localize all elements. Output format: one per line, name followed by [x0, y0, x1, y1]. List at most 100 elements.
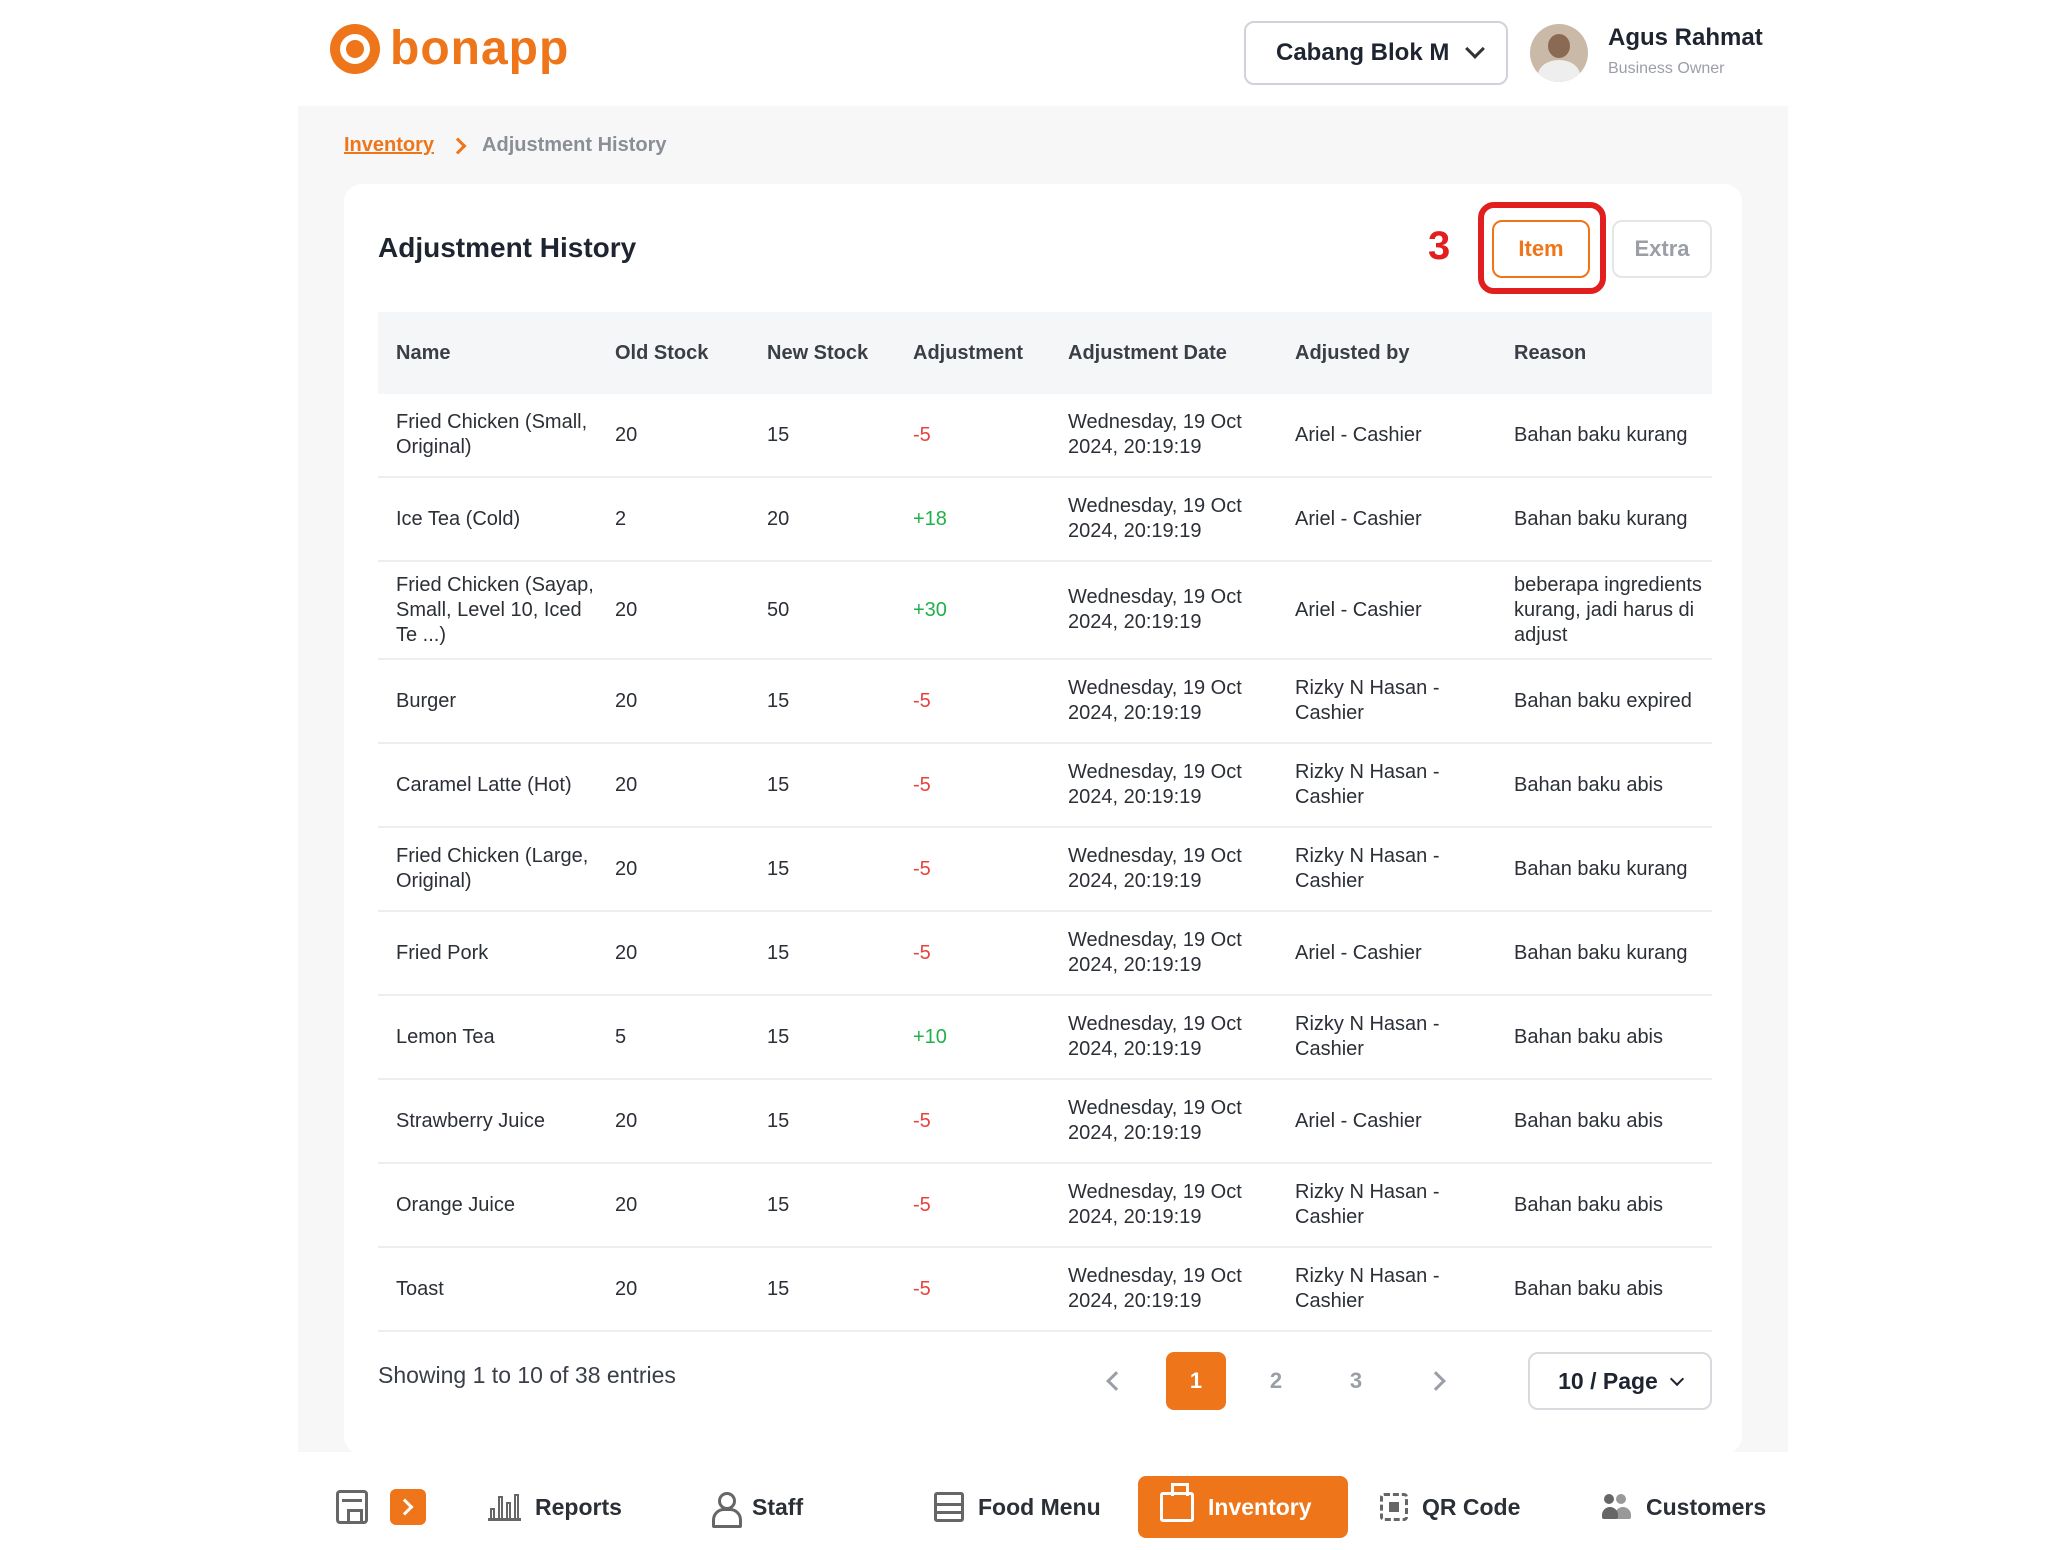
adjustment-history-card: Adjustment History 3 Item Extra Name Old…	[344, 184, 1742, 1454]
cell-adjustment: +18	[913, 507, 947, 530]
cell-name: Fried Chicken (Small, Original)	[396, 411, 588, 458]
column-header-adjustment: Adjustment	[913, 341, 1023, 364]
cell-adjustment-date: Wednesday, 19 Oct 2024, 20:19:19	[1068, 586, 1242, 633]
nav-expand[interactable]	[390, 1476, 426, 1538]
tab-item[interactable]: Item	[1492, 220, 1590, 278]
breadcrumb-current: Adjustment History	[482, 134, 667, 156]
annotation-step-number: 3	[1428, 224, 1451, 268]
app-shell: bonapp Cabang Blok M Agus Rahmat Busines…	[298, 0, 1788, 1550]
table-row[interactable]: Lemon Tea 5 15 +10 Wednesday, 19 Oct 2024, 2…	[378, 996, 1712, 1080]
cell-name: Strawberry Juice	[396, 1109, 545, 1132]
nav-reports[interactable]: Reports	[488, 1476, 622, 1538]
nav-qr-code[interactable]: QR Code	[1380, 1476, 1520, 1538]
cell-adjusted-by: Ariel - Cashier	[1295, 941, 1422, 964]
top-header: bonapp Cabang Blok M Agus Rahmat Busines…	[298, 0, 1788, 106]
table-row[interactable]: Fried Chicken (Large, Original) 20 15 -5 Wed…	[378, 828, 1712, 912]
cell-reason: Bahan baku kurang	[1514, 857, 1688, 880]
per-page-label: 10 / Page	[1558, 1367, 1658, 1394]
cell-reason: Bahan baku expired	[1514, 689, 1692, 712]
cell-adjusted-by: Rizky N Hasan - Cashier	[1295, 761, 1440, 808]
cell-adjustment-date: Wednesday, 19 Oct 2024, 20:19:19	[1068, 411, 1242, 458]
nav-food-menu[interactable]: Food Menu	[934, 1476, 1101, 1538]
cell-old-stock: 20	[615, 1277, 638, 1300]
cell-reason: Bahan baku kurang	[1514, 507, 1688, 530]
expand-arrow-icon	[390, 1489, 426, 1525]
chevron-left-icon	[1106, 1371, 1126, 1391]
cell-adjustment-date: Wednesday, 19 Oct 2024, 20:19:19	[1068, 677, 1242, 724]
prev-page-button[interactable]	[1086, 1352, 1146, 1410]
per-page-select[interactable]: 10 / Page	[1528, 1352, 1712, 1410]
next-page-button[interactable]	[1406, 1352, 1466, 1410]
cell-adjustment: +30	[913, 598, 947, 621]
branch-selector[interactable]: Cabang Blok M	[1244, 21, 1508, 85]
cell-new-stock: 15	[767, 857, 790, 880]
cell-old-stock: 20	[615, 1109, 638, 1132]
table-row[interactable]: Fried Pork 20 15 -5 Wednesday, 19 Oct 2024, …	[378, 912, 1712, 996]
cell-old-stock: 20	[615, 689, 638, 712]
cell-new-stock: 50	[767, 598, 790, 621]
breadcrumb-inventory-link[interactable]: Inventory	[344, 134, 434, 157]
cell-adjustment-date: Wednesday, 19 Oct 2024, 20:19:19	[1068, 1097, 1242, 1144]
cell-new-stock: 15	[767, 773, 790, 796]
cell-adjustment-date: Wednesday, 19 Oct 2024, 20:19:19	[1068, 761, 1242, 808]
user-name: Agus Rahmat	[1608, 24, 1763, 51]
column-header-name: Name	[396, 341, 451, 364]
cell-adjustment-date: Wednesday, 19 Oct 2024, 20:19:19	[1068, 929, 1242, 976]
nav-inventory[interactable]: Inventory	[1138, 1476, 1348, 1538]
table-row[interactable]: Ice Tea (Cold) 2 20 +18 Wednesday, 19 Oct 20…	[378, 478, 1712, 562]
food-menu-icon	[934, 1492, 964, 1522]
cell-adjustment-date: Wednesday, 19 Oct 2024, 20:19:19	[1068, 1181, 1242, 1228]
table-row[interactable]: Orange Juice 20 15 -5 Wednesday, 19 Oct 2024…	[378, 1164, 1712, 1248]
tab-extra[interactable]: Extra	[1612, 220, 1712, 278]
table-row[interactable]: Fried Chicken (Small, Original) 20 15 -5 Wed…	[378, 394, 1712, 478]
cell-new-stock: 15	[767, 1193, 790, 1216]
table-row[interactable]: Caramel Latte (Hot) 20 15 -5 Wednesday, 19 O…	[378, 744, 1712, 828]
cell-reason: Bahan baku abis	[1514, 1025, 1664, 1048]
table-row[interactable]: Burger 20 15 -5 Wednesday, 19 Oct 2024, 20:1…	[378, 660, 1712, 744]
user-role: Business Owner	[1608, 60, 1725, 77]
cell-reason: Bahan baku abis	[1514, 1109, 1664, 1132]
nav-customers-label: Customers	[1646, 1493, 1767, 1520]
cell-new-stock: 15	[767, 1277, 790, 1300]
cell-reason: Bahan baku kurang	[1514, 423, 1688, 446]
qr-code-icon	[1380, 1493, 1408, 1521]
nav-reports-label: Reports	[535, 1493, 622, 1520]
cell-name: Fried Chicken (Sayap, Small, Level 10, I…	[396, 573, 594, 646]
table-row[interactable]: Fried Chicken (Sayap, Small, Level 10, I…	[378, 562, 1712, 660]
chevron-down-icon	[1669, 1371, 1684, 1386]
cell-adjustment-date: Wednesday, 19 Oct 2024, 20:19:19	[1068, 845, 1242, 892]
staff-icon	[710, 1492, 742, 1528]
table-row[interactable]: Strawberry Juice 20 15 -5 Wednesday, 19 Oct …	[378, 1080, 1712, 1164]
nav-staff[interactable]: Staff	[710, 1476, 803, 1538]
user-info[interactable]: Agus Rahmat Business Owner	[1608, 24, 1763, 78]
cell-adjustment: -5	[913, 1277, 931, 1300]
page-2-button[interactable]: 2	[1246, 1352, 1306, 1410]
avatar[interactable]	[1530, 24, 1588, 82]
breadcrumb: Inventory Adjustment History	[344, 134, 667, 157]
cell-adjusted-by: Ariel - Cashier	[1295, 423, 1422, 446]
cell-reason: Bahan baku abis	[1514, 1277, 1664, 1300]
nav-store[interactable]	[336, 1476, 368, 1538]
cell-adjustment: -5	[913, 857, 931, 880]
table-header: Name Old Stock New Stock Adjustment Adju…	[378, 312, 1712, 394]
table-row[interactable]: Toast 20 15 -5 Wednesday, 19 Oct 2024, 20:19…	[378, 1248, 1712, 1332]
nav-customers[interactable]: Customers	[1602, 1476, 1766, 1538]
page-1-button[interactable]: 1	[1166, 1352, 1226, 1410]
brand-logo[interactable]: bonapp	[330, 24, 569, 74]
cell-adjusted-by: Ariel - Cashier	[1295, 1109, 1422, 1132]
cell-old-stock: 20	[615, 1193, 638, 1216]
cell-new-stock: 15	[767, 423, 790, 446]
chevron-right-icon	[1426, 1371, 1446, 1391]
column-header-adjusted-by: Adjusted by	[1295, 341, 1410, 364]
page-3-button[interactable]: 3	[1326, 1352, 1386, 1410]
table-body: Fried Chicken (Small, Original) 20 15 -5 Wed…	[378, 394, 1712, 1332]
chevron-right-icon	[449, 137, 467, 154]
cell-name: Lemon Tea	[396, 1025, 495, 1048]
cell-adjustment: -5	[913, 423, 931, 446]
cell-adjustment: -5	[913, 689, 931, 712]
nav-inventory-label: Inventory	[1208, 1493, 1312, 1520]
cell-adjusted-by: Rizky N Hasan - Cashier	[1295, 845, 1440, 892]
brand-logo-icon	[330, 24, 380, 74]
cell-new-stock: 15	[767, 1025, 790, 1048]
brand-name: bonapp	[390, 22, 570, 75]
